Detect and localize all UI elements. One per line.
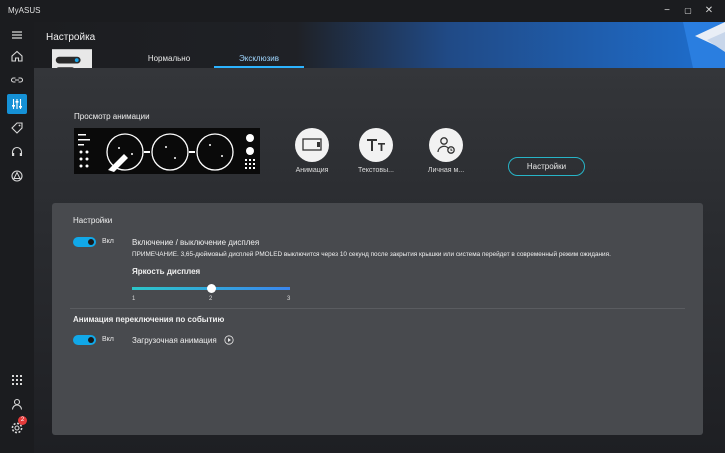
brightness-tick-3: 3 [287, 296, 291, 302]
monitor-icon [295, 128, 329, 162]
hamburger-menu-icon[interactable] [7, 25, 27, 45]
display-toggle[interactable] [73, 237, 96, 247]
mode-animation-label: Анимация [295, 167, 329, 174]
brightness-slider-thumb[interactable] [206, 284, 216, 293]
settings-panel-title: Настройки [73, 216, 113, 225]
brightness-slider[interactable] [132, 284, 290, 293]
mode-text[interactable]: Текстовы... [350, 128, 402, 174]
text-icon [359, 128, 393, 162]
mode-animation[interactable]: Анимация [286, 128, 338, 174]
boot-animation-toggle[interactable] [73, 335, 96, 345]
close-button[interactable]: ✕ [702, 4, 716, 18]
page-header: Настройка Нормально Эксклюзив [34, 22, 725, 68]
triangle-circle-icon[interactable] [7, 166, 27, 186]
mode-text-label: Текстовы... [357, 167, 395, 174]
brightness-label: Яркость дисплея [132, 267, 201, 276]
display-title: Включение / выключение дисплея [132, 238, 260, 247]
brightness-tick-1: 1 [132, 296, 136, 302]
section-divider [70, 308, 685, 309]
brightness-tick-2: 2 [209, 296, 213, 302]
tab-exclusive[interactable]: Эксклюзив [214, 53, 304, 68]
settings-button[interactable]: Настройки [508, 157, 585, 176]
content-area: Просмотр анимации Анимация Текстовы... Л… [34, 68, 725, 453]
display-note: ПРИМЕЧАНИЕ. 3,65-дюймовый дисплей PMOLED… [132, 251, 611, 258]
tab-normal[interactable]: Нормально [134, 53, 204, 68]
mode-personal[interactable]: Личная м... [420, 128, 472, 174]
play-icon[interactable] [224, 335, 234, 345]
tag-icon[interactable] [7, 118, 27, 138]
boot-animation-label: Загрузочная анимация [132, 336, 217, 345]
home-icon[interactable] [7, 46, 27, 66]
app-title: MyASUS [8, 6, 41, 15]
title-bar: MyASUS − ▢ ✕ [0, 0, 725, 22]
link-icon[interactable] [7, 70, 27, 90]
mode-personal-label: Личная м... [427, 167, 465, 174]
header-corner-decoration [683, 22, 725, 68]
animation-preview [74, 128, 260, 174]
person-clock-icon [429, 128, 463, 162]
preview-section-title: Просмотр анимации [74, 112, 150, 121]
gear-icon[interactable]: 2 [7, 416, 27, 438]
apps-grid-icon[interactable] [7, 370, 27, 390]
minimize-button[interactable]: − [660, 4, 674, 18]
boot-toggle-label: Вкл [102, 336, 114, 343]
event-section-title: Анимация переключения по событию [73, 315, 225, 324]
maximize-button[interactable]: ▢ [681, 4, 695, 18]
headset-icon[interactable] [7, 142, 27, 162]
settings-panel: Настройки Вкл Включение / выключение дис… [52, 203, 703, 435]
notification-badge: 2 [18, 416, 27, 425]
sidebar: 2 [0, 22, 34, 453]
display-toggle-label: Вкл [102, 238, 114, 245]
user-icon[interactable] [7, 394, 27, 414]
sliders-icon[interactable] [7, 94, 27, 114]
page-title: Настройка [46, 32, 96, 43]
